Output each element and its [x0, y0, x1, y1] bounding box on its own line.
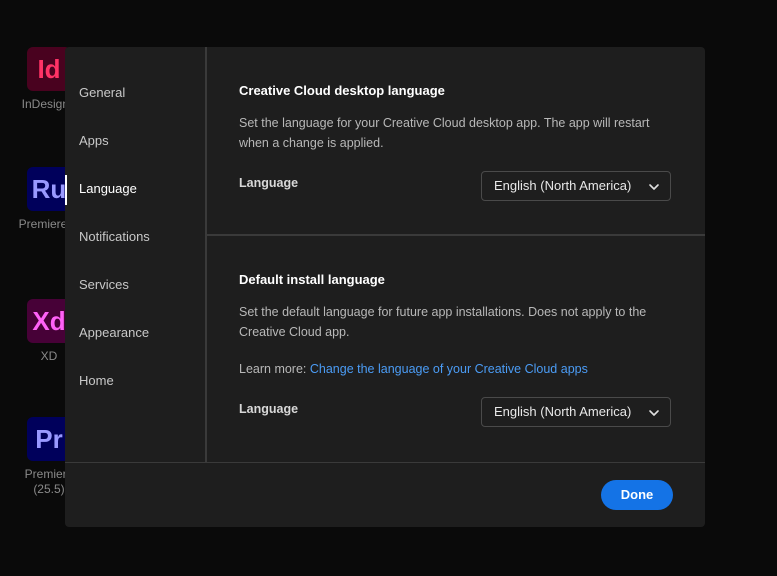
learn-more-text: Learn more: Change the language of your … [239, 362, 588, 376]
selected-value: English (North America) [494, 178, 632, 193]
section-description: Set the language for your Creative Cloud… [239, 116, 650, 150]
sidebar-item-apps[interactable]: Apps [65, 124, 205, 158]
learn-more-prefix: Learn more: [239, 362, 310, 376]
preferences-sidebar: General Apps Language Notifications Serv… [65, 47, 207, 462]
chevron-down-icon [649, 184, 659, 190]
footer-divider [65, 462, 705, 463]
desktop-language-select[interactable]: English (North America) [481, 171, 671, 201]
sidebar-item-language[interactable]: Language [65, 172, 205, 206]
preferences-dialog: General Apps Language Notifications Serv… [65, 47, 705, 527]
install-language-select[interactable]: English (North America) [481, 397, 671, 427]
language-label: Language [239, 402, 299, 416]
change-language-link[interactable]: Change the language of your Creative Clo… [310, 362, 588, 376]
sidebar-item-general[interactable]: General [65, 76, 205, 110]
sidebar-item-home[interactable]: Home [65, 364, 205, 398]
done-button[interactable]: Done [601, 480, 673, 510]
section-title: Creative Cloud desktop language [239, 83, 445, 98]
section-description: Set the default language for future app … [239, 305, 647, 339]
sidebar-item-services[interactable]: Services [65, 268, 205, 302]
install-language-section: Default install language Set the default… [207, 236, 705, 462]
section-title: Default install language [239, 272, 385, 287]
sidebar-item-notifications[interactable]: Notifications [65, 220, 205, 254]
chevron-down-icon [649, 410, 659, 416]
selected-value: English (North America) [494, 404, 632, 419]
desktop-language-section: Creative Cloud desktop language Set the … [207, 47, 705, 234]
language-label: Language [239, 176, 299, 190]
sidebar-item-appearance[interactable]: Appearance [65, 316, 205, 350]
